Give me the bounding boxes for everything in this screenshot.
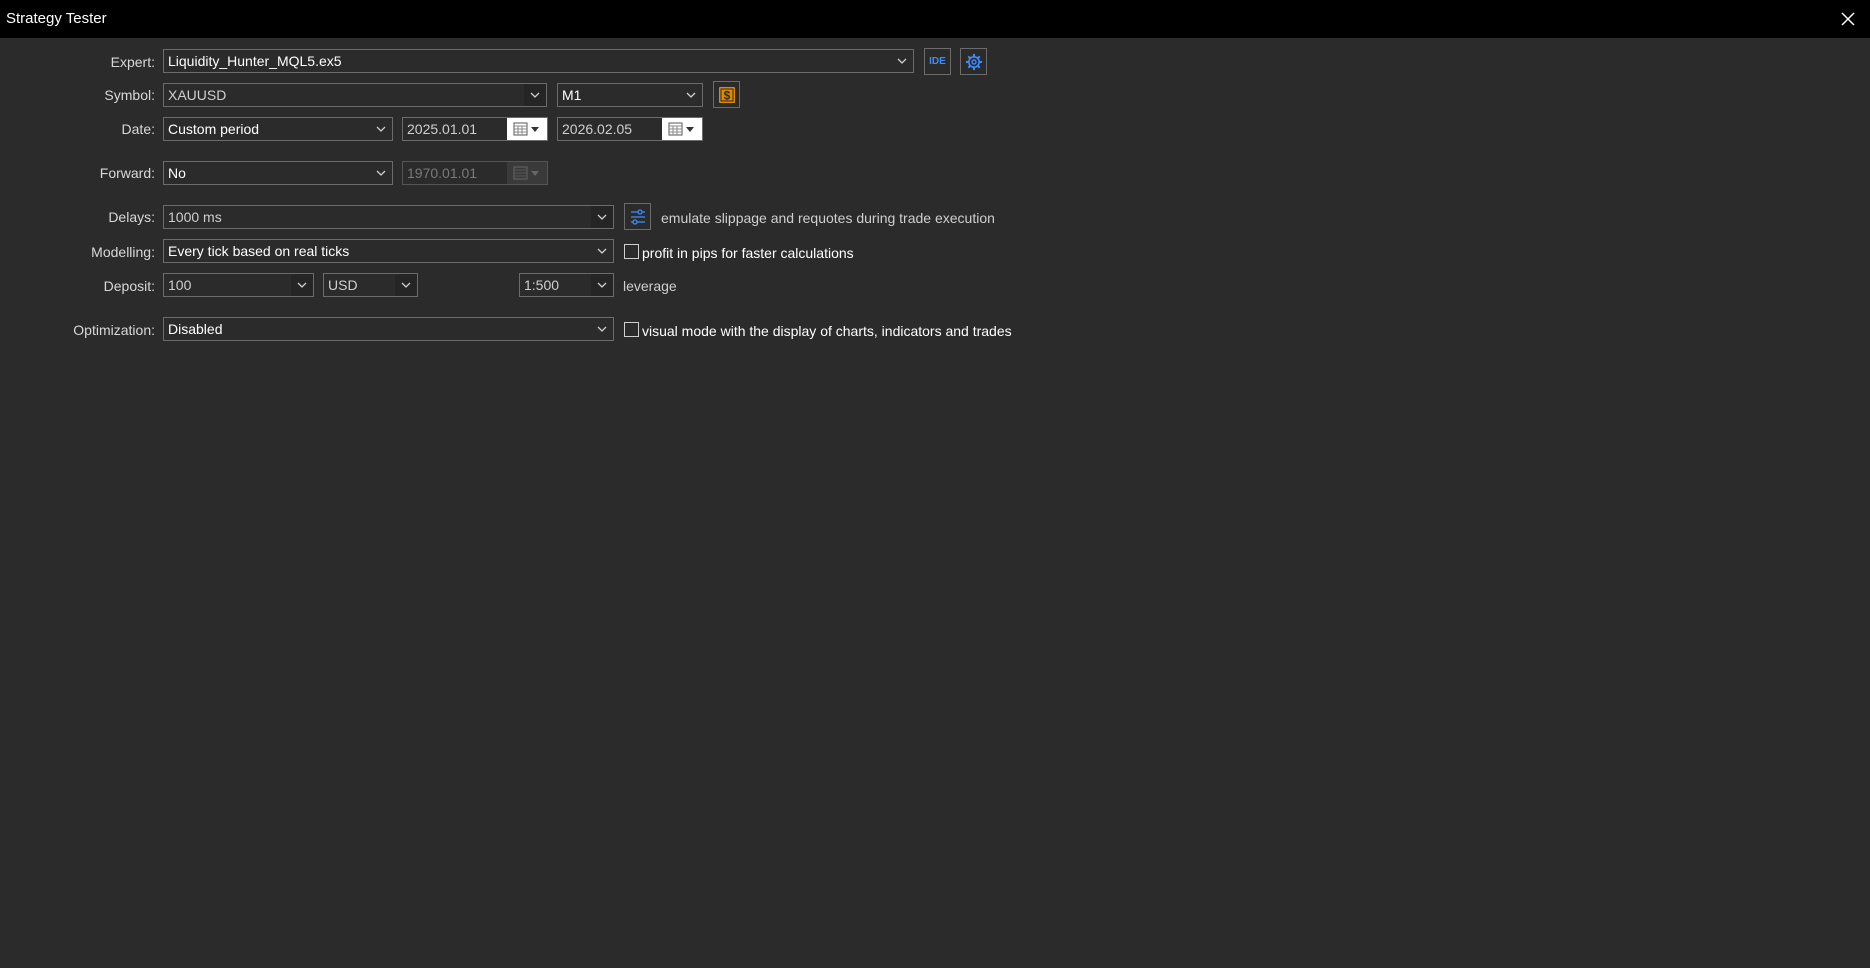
ide-icon: IDE: [929, 56, 946, 67]
chevron-down-icon: [297, 282, 307, 288]
period-select[interactable]: Custom period: [163, 117, 393, 141]
leverage-label: leverage: [623, 278, 677, 294]
symbol-properties-button[interactable]: $: [713, 81, 740, 108]
calendar-icon: [513, 122, 539, 136]
tester-settings-panel: Expert: Liquidity_Hunter_MQL5.ex5 IDE Sy…: [0, 38, 1870, 968]
optimization-value: Disabled: [168, 321, 223, 337]
date-to-value: 2026.02.05: [562, 121, 633, 137]
date-from-value: 2025.01.01: [407, 121, 478, 137]
forward-label: Forward:: [99, 165, 155, 181]
delays-description: emulate slippage and requotes during tra…: [661, 210, 995, 226]
window-title: Strategy Tester: [6, 10, 107, 27]
chevron-down-icon: [686, 92, 696, 98]
visual-mode-checkbox[interactable]: [624, 322, 639, 337]
timeframe-value: M1: [562, 87, 582, 103]
deposit-select[interactable]: 100: [163, 273, 314, 297]
forward-calendar-button: [507, 162, 547, 184]
calendar-icon: [668, 122, 694, 136]
profit-in-pips-checkbox[interactable]: [624, 244, 639, 259]
modelling-label: Modelling:: [91, 244, 155, 260]
date-to-field[interactable]: 2026.02.05: [557, 117, 703, 141]
date-from-calendar-button[interactable]: [507, 118, 547, 140]
chevron-down-icon: [897, 58, 907, 64]
profit-in-pips-label[interactable]: profit in pips for faster calculations: [642, 245, 854, 261]
visual-mode-label[interactable]: visual mode with the display of charts, …: [642, 323, 1012, 339]
date-from-field[interactable]: 2025.01.01: [402, 117, 548, 141]
expert-select[interactable]: Liquidity_Hunter_MQL5.ex5: [163, 49, 914, 73]
expert-value: Liquidity_Hunter_MQL5.ex5: [168, 53, 342, 69]
currency-select[interactable]: USD: [323, 273, 418, 297]
dollar-icon: $: [718, 86, 735, 103]
symbol-value: XAUUSD: [168, 87, 227, 103]
chevron-down-icon: [597, 282, 607, 288]
deposit-label: Deposit:: [103, 278, 155, 294]
symbol-select[interactable]: XAUUSD: [163, 83, 547, 107]
calendar-icon: [513, 166, 539, 180]
chevron-down-icon: [530, 92, 540, 98]
gear-icon: [965, 53, 982, 70]
forward-date-field: 1970.01.01: [402, 161, 548, 185]
modelling-select[interactable]: Every tick based on real ticks: [163, 239, 614, 263]
chevron-down-icon: [597, 248, 607, 254]
deposit-value: 100: [168, 277, 192, 293]
chevron-down-icon: [376, 126, 386, 132]
close-button[interactable]: [1836, 7, 1860, 31]
modelling-value: Every tick based on real ticks: [168, 243, 350, 259]
optimization-select[interactable]: Disabled: [163, 317, 614, 341]
chevron-down-icon: [376, 170, 386, 176]
leverage-select[interactable]: 1:500: [519, 273, 614, 297]
delays-value: 1000 ms: [168, 209, 222, 225]
forward-date-value: 1970.01.01: [407, 165, 478, 181]
svg-text:$: $: [723, 88, 730, 102]
forward-select[interactable]: No: [163, 161, 393, 185]
ide-button[interactable]: IDE: [924, 48, 951, 75]
symbol-label: Symbol:: [104, 87, 155, 103]
timeframe-select[interactable]: M1: [557, 83, 703, 107]
date-to-calendar-button[interactable]: [662, 118, 702, 140]
delays-settings-button[interactable]: [624, 203, 651, 230]
delays-label: Delays:: [108, 209, 155, 225]
close-icon: [1841, 12, 1855, 26]
currency-value: USD: [328, 277, 358, 293]
leverage-value: 1:500: [524, 277, 560, 293]
period-value: Custom period: [168, 121, 260, 137]
date-label: Date:: [121, 121, 155, 137]
expert-settings-button[interactable]: [960, 48, 987, 75]
sliders-icon: [630, 208, 645, 225]
delays-select[interactable]: 1000 ms: [163, 205, 614, 229]
forward-value: No: [168, 165, 186, 181]
chevron-down-icon: [597, 326, 607, 332]
chevron-down-icon: [401, 282, 411, 288]
optimization-label: Optimization:: [73, 322, 155, 338]
chevron-down-icon: [597, 214, 607, 220]
title-bar: Strategy Tester: [0, 0, 1870, 38]
expert-label: Expert:: [110, 54, 155, 70]
